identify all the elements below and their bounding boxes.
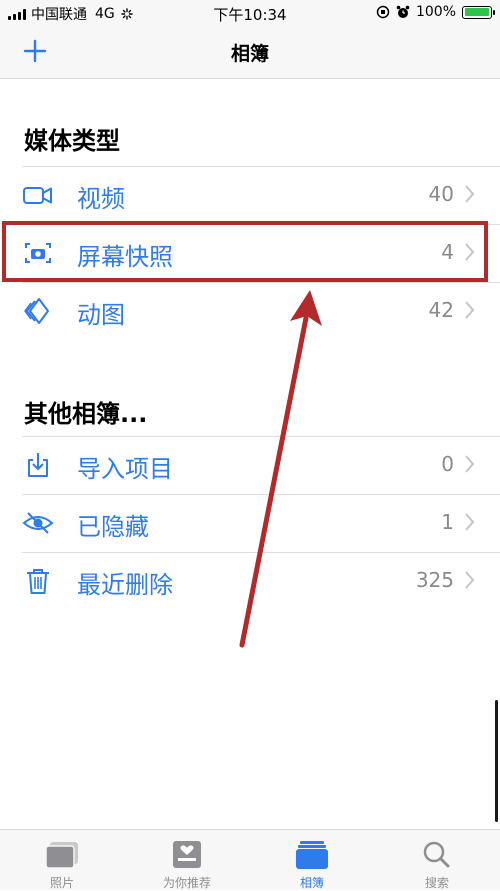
tab-label: 相簿	[299, 876, 324, 890]
tab-albums[interactable]: 相簿	[262, 830, 362, 890]
tab-search[interactable]: 搜索	[387, 830, 487, 890]
search-icon	[423, 841, 450, 868]
scroll-indicator[interactable]	[495, 700, 498, 822]
tab-photos[interactable]: 照片	[12, 830, 112, 890]
albums-icon	[296, 841, 328, 869]
tab-label: 为你推荐	[162, 876, 211, 890]
tab-for-you[interactable]: 为你推荐	[137, 830, 237, 890]
tab-label: 照片	[49, 876, 74, 890]
tab-label: 搜索	[424, 876, 449, 890]
photos-icon	[45, 842, 78, 869]
tab-bar: 照片 为你推荐 相簿 搜索	[0, 829, 500, 890]
annotation-arrow	[239, 290, 322, 648]
for-you-icon	[173, 841, 201, 868]
